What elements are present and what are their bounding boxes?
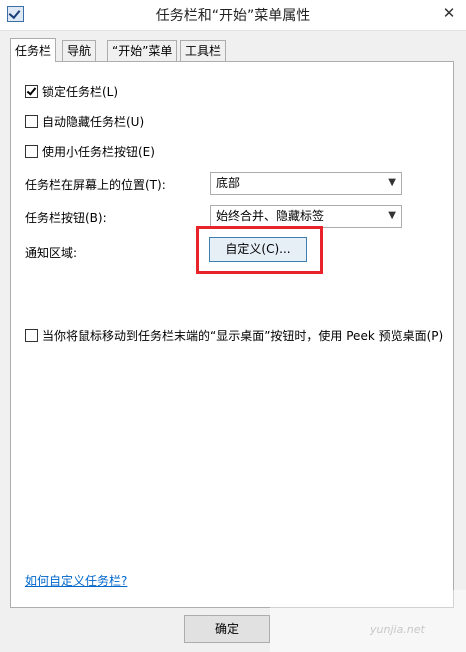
small-buttons-checkbox[interactable] bbox=[25, 145, 38, 158]
window-title: 任务栏和“开始”菜单属性 bbox=[155, 8, 311, 24]
autohide-checkbox[interactable] bbox=[25, 115, 38, 128]
autohide-option[interactable]: 自动隐藏任务栏(U) bbox=[25, 113, 144, 131]
tab-toolbars[interactable]: 工具栏 bbox=[180, 40, 227, 61]
lock-taskbar-checkbox[interactable] bbox=[25, 85, 38, 98]
tab-start-menu[interactable]: “开始”菜单 bbox=[107, 40, 178, 61]
watermark-text: yunjia.net bbox=[370, 623, 425, 636]
peek-option[interactable]: 当你将鼠标移动到任务栏末端的“显示桌面”按钮时，使用 Peek 预览桌面(P) bbox=[25, 327, 443, 345]
location-value: 底部 bbox=[216, 176, 241, 190]
tab-navigation[interactable]: 导航 bbox=[62, 40, 97, 61]
buttons-combine-label: 任务栏按钮(B): bbox=[25, 211, 107, 225]
notification-label: 通知区域: bbox=[25, 246, 78, 260]
tab-taskbar[interactable]: 任务栏 bbox=[10, 38, 57, 62]
peek-label: 当你将鼠标移动到任务栏末端的“显示桌面”按钮时，使用 Peek 预览桌面(P) bbox=[42, 329, 444, 343]
highlight-box bbox=[196, 226, 323, 274]
close-icon[interactable]: ✕ bbox=[436, 2, 462, 24]
title-bar: 任务栏和“开始”菜单属性 ✕ bbox=[0, 0, 466, 31]
small-buttons-label: 使用小任务栏按钮(E) bbox=[42, 145, 155, 159]
lock-taskbar-option[interactable]: 锁定任务栏(L) bbox=[25, 83, 118, 101]
small-buttons-option[interactable]: 使用小任务栏按钮(E) bbox=[25, 143, 155, 161]
taskbar-panel: 锁定任务栏(L) 自动隐藏任务栏(U) 使用小任务栏按钮(E) 任务栏在屏幕上的… bbox=[10, 61, 454, 608]
location-select[interactable]: 底部 ▼ bbox=[210, 172, 402, 195]
autohide-label: 自动隐藏任务栏(U) bbox=[42, 115, 145, 129]
buttons-combine-select[interactable]: 始终合并、隐藏标签 ▼ bbox=[210, 205, 402, 228]
peek-checkbox[interactable] bbox=[25, 329, 38, 342]
chevron-down-icon: ▼ bbox=[388, 210, 396, 221]
location-label: 任务栏在屏幕上的位置(T): bbox=[25, 178, 166, 192]
chevron-down-icon: ▼ bbox=[388, 177, 396, 188]
help-link[interactable]: 如何自定义任务栏? bbox=[25, 572, 127, 589]
watermark-overlay bbox=[270, 590, 466, 652]
ok-button[interactable]: 确定 bbox=[184, 615, 270, 643]
buttons-combine-value: 始终合并、隐藏标签 bbox=[216, 209, 325, 223]
lock-taskbar-label: 锁定任务栏(L) bbox=[42, 85, 119, 99]
